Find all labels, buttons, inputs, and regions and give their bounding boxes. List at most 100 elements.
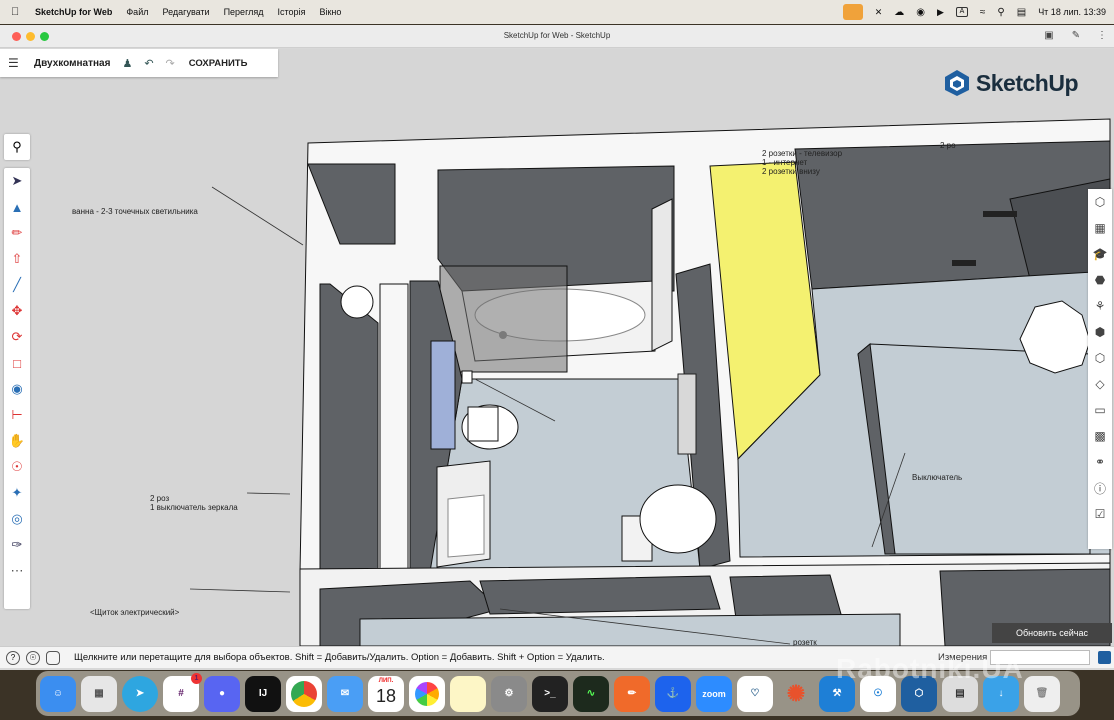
trash-icon[interactable]: 🗑: [1024, 675, 1060, 712]
more-icon[interactable]: ⋯: [4, 558, 30, 584]
screen:  SketchUp for Web Файл Редагувати Перег…: [0, 0, 1114, 720]
project-name[interactable]: Двухкомнатная: [34, 58, 110, 69]
annotation-electric-panel[interactable]: <Щиток электрический>: [90, 608, 179, 617]
scale-icon[interactable]: □: [4, 350, 30, 376]
annotation-tv-top[interactable]: 2 ро: [940, 141, 956, 150]
components-icon[interactable]: ⬡: [1088, 189, 1112, 215]
creative-cloud-icon[interactable]: ◉: [916, 7, 925, 18]
docker-icon[interactable]: ⚓: [655, 675, 691, 712]
menubar-status-area: ✕ ☁ ◉ ▶ A ≈ ⚲ ▤ Чт 18 лип. 13:39: [842, 0, 1106, 24]
section-icon[interactable]: ☉: [4, 454, 30, 480]
outliner-icon[interactable]: ⚘: [1088, 293, 1112, 319]
orbit-icon[interactable]: ✋: [4, 428, 30, 454]
chrome-icon[interactable]: [286, 675, 322, 712]
move-icon[interactable]: ✥: [4, 298, 30, 324]
discord-icon[interactable]: ●: [204, 675, 240, 712]
annotation-switch[interactable]: Выключатель: [912, 473, 962, 482]
model-viewport[interactable]: 2 розетки - телевизор 1 - интернет 2 роз…: [0, 49, 1114, 646]
status-hint: Щелкните или перетащите для выбора объек…: [74, 652, 605, 663]
push-pull-icon[interactable]: ⇧: [4, 246, 30, 272]
line-icon[interactable]: ╱: [4, 272, 30, 298]
paint-bucket-icon[interactable]: ◉: [4, 376, 30, 402]
eyedropper-icon[interactable]: ✑: [4, 532, 30, 558]
git-icon[interactable]: ✺: [778, 676, 814, 712]
telegram-icon[interactable]: ➤: [122, 675, 158, 712]
share-user-icon[interactable]: ♟: [122, 57, 132, 70]
help-icon[interactable]: ?: [6, 650, 20, 665]
redo-icon[interactable]: ↷: [166, 57, 175, 70]
mouse-icon[interactable]: [46, 650, 60, 665]
menu-file[interactable]: Файл: [126, 7, 148, 17]
eraser-icon[interactable]: ▲: [4, 194, 30, 220]
intellij-icon[interactable]: IJ: [245, 675, 281, 712]
annotation-tv-outlets[interactable]: 2 розетки - телевизор 1 - интернет 2 роз…: [762, 149, 842, 176]
pencil-icon[interactable]: ✏: [4, 220, 30, 246]
menu-history[interactable]: Історія: [278, 7, 306, 17]
views-icon[interactable]: ⬡: [1088, 345, 1112, 371]
bluetooth-off-icon[interactable]: ✕: [875, 7, 883, 18]
annotation-mirror[interactable]: 2 роз 1 выключатель зеркала: [150, 494, 238, 512]
hamburger-menu-icon[interactable]: ☰: [8, 56, 22, 70]
postgres-icon[interactable]: ♡: [737, 675, 773, 712]
save-button[interactable]: СОХРАНИТЬ: [189, 58, 248, 69]
input-source-icon[interactable]: A: [955, 7, 968, 17]
launchpad-icon[interactable]: ▦: [81, 675, 117, 712]
update-now-button[interactable]: Обновить сейчас: [992, 623, 1112, 643]
calendar-day: 18: [375, 685, 397, 706]
extensions-icon[interactable]: ✎: [1070, 30, 1082, 42]
calendar-icon[interactable]: ЛИП. 18: [368, 675, 404, 712]
search-toolbar: ⚲: [4, 134, 30, 160]
menubar-app-name[interactable]: SketchUp for Web: [35, 7, 112, 17]
sketchup-logo: SketchUp: [944, 69, 1079, 97]
axes-icon[interactable]: ✦: [4, 480, 30, 506]
menu-edit[interactable]: Редагувати: [162, 7, 209, 17]
left-tools-toolbar: ➤ ▲ ✏ ⇧ ╱ ✥ ⟳ □ ◉ ⊢ ✋ ☉ ✦ ◎ ✑ ⋯: [4, 168, 30, 609]
menu-view[interactable]: Перегляд: [224, 7, 264, 17]
notes-icon[interactable]: [450, 675, 486, 712]
more-icon[interactable]: ⋮: [1096, 30, 1108, 42]
pencil-app-icon[interactable]: ✏: [614, 675, 650, 712]
menubar-datetime[interactable]: Чт 18 лип. 13:39: [1038, 7, 1106, 17]
control-center-icon[interactable]: ▤: [1017, 7, 1026, 18]
search-icon[interactable]: ⚲: [4, 134, 30, 160]
sketchup-logo-icon: [944, 70, 969, 96]
layers-icon[interactable]: ▦: [1088, 215, 1112, 241]
sketchup-small-icon[interactable]: [1098, 651, 1111, 664]
info-icon[interactable]: ⓘ: [1088, 475, 1112, 501]
annotation-bath-lights[interactable]: ванна - 2-3 точечных светильника: [72, 207, 198, 216]
rotate-icon[interactable]: ⟳: [4, 324, 30, 350]
translate-icon[interactable]: ▣: [1043, 30, 1055, 42]
menu-window[interactable]: Вікно: [319, 7, 341, 17]
terminal-icon[interactable]: >_: [532, 675, 568, 712]
select-icon[interactable]: ➤: [4, 168, 30, 194]
floor-plan-model[interactable]: [0, 49, 1114, 646]
apple-icon[interactable]: : [11, 6, 25, 18]
mail-icon[interactable]: ✉: [327, 675, 363, 712]
styles-icon[interactable]: 🎓: [1088, 241, 1112, 267]
slack-icon[interactable]: #1: [163, 672, 202, 712]
cloud-icon[interactable]: ☁: [894, 7, 904, 18]
eraser-icon[interactable]: ▭: [1088, 397, 1112, 423]
play-icon[interactable]: ▶: [937, 7, 944, 18]
undo-icon[interactable]: ↶: [144, 57, 153, 70]
globe-icon[interactable]: ☉: [26, 650, 40, 665]
search-icon[interactable]: ⚲: [997, 7, 1004, 18]
compass-icon[interactable]: ◎: [4, 506, 30, 532]
mic-icon[interactable]: [842, 4, 863, 20]
tags-icon[interactable]: ◇: [1088, 371, 1112, 397]
zoom-icon[interactable]: zoom: [696, 675, 732, 712]
glasses-icon[interactable]: ⚭: [1088, 449, 1112, 475]
solid-tools-icon[interactable]: ⬢: [1088, 319, 1112, 345]
annotation-bottom-outlet[interactable]: розетк: [793, 638, 817, 646]
finder-icon[interactable]: ☺: [40, 675, 76, 712]
mac-menubar:  SketchUp for Web Файл Редагувати Перег…: [0, 0, 1114, 24]
tape-measure-icon[interactable]: ⊢: [4, 402, 30, 428]
system-settings-icon[interactable]: ⚙: [491, 675, 527, 712]
calendar-month: ЛИП.: [378, 677, 394, 684]
wifi-icon[interactable]: ≈: [980, 7, 986, 18]
materials-icon[interactable]: ⬣: [1088, 267, 1112, 293]
scenes-icon[interactable]: ▩: [1088, 423, 1112, 449]
instructor-icon[interactable]: ☑: [1088, 501, 1112, 527]
photos-icon[interactable]: [409, 675, 445, 712]
activity-monitor-icon[interactable]: ∿: [573, 675, 609, 712]
